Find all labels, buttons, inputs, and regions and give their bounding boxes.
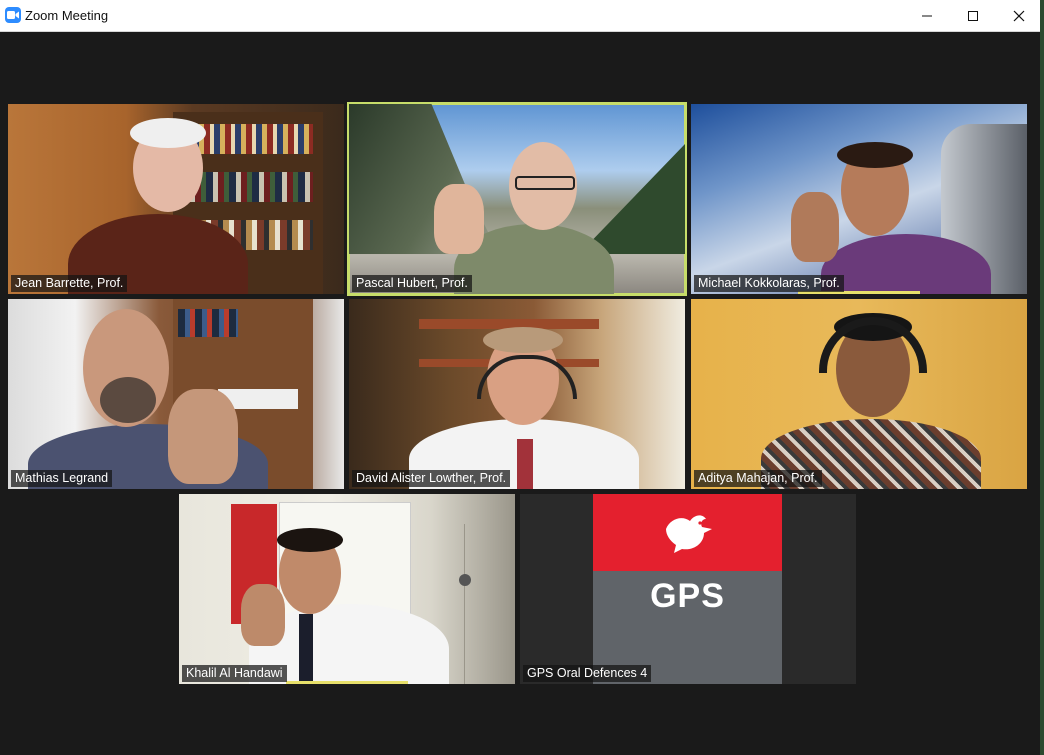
minimize-icon	[922, 15, 932, 16]
minimize-button[interactable]	[904, 0, 950, 31]
close-icon	[1013, 10, 1025, 21]
thumbs-up-hand	[241, 584, 285, 646]
window-edge	[1040, 0, 1044, 755]
maximize-button[interactable]	[950, 0, 996, 31]
participant-name: Michael Kokkolaras, Prof.	[694, 275, 844, 292]
necktie	[517, 439, 533, 489]
participant-name: Khalil Al Handawi	[182, 665, 287, 682]
speaking-indicator	[286, 681, 408, 684]
video-tile[interactable]: Michael Kokkolaras, Prof.	[691, 104, 1027, 294]
maximize-icon	[968, 10, 978, 21]
video-tile[interactable]: David Alister Lowther, Prof.	[349, 299, 685, 489]
video-tile[interactable]: Khalil Al Handawi	[179, 494, 515, 684]
video-tile[interactable]: Jean Barrette, Prof.	[8, 104, 344, 294]
participant-name: GPS Oral Defences 4	[523, 665, 652, 682]
necktie	[299, 614, 313, 684]
video-tile[interactable]: Mathias Legrand	[8, 299, 344, 489]
video-tile[interactable]: GPS GPS Oral Defences 4	[520, 494, 856, 684]
video-tile[interactable]: Aditya Mahajan, Prof.	[691, 299, 1027, 489]
gps-logo-text: GPS	[650, 577, 725, 615]
participant-name: Aditya Mahajan, Prof.	[694, 470, 822, 487]
close-button[interactable]	[996, 0, 1042, 31]
thumbs-up-hand	[791, 192, 839, 262]
gps-logo-banner	[593, 494, 782, 571]
video-gallery: Jean Barrette, Prof. Pascal Hubert, Prof…	[0, 32, 1044, 755]
thumbs-up-hand	[168, 389, 238, 484]
participant-name: Jean Barrette, Prof.	[11, 275, 128, 292]
video-tile-active-speaker[interactable]: Pascal Hubert, Prof.	[347, 102, 687, 296]
thumbs-up-hand	[434, 184, 484, 254]
bird-icon	[665, 514, 712, 553]
window-title: Zoom Meeting	[25, 8, 109, 23]
participant-name: Pascal Hubert, Prof.	[352, 275, 472, 292]
participant-name: Mathias Legrand	[11, 470, 113, 487]
participant-name: David Alister Lowther, Prof.	[352, 470, 511, 487]
door-knob	[459, 574, 471, 586]
zoom-video-icon	[5, 7, 21, 23]
title-bar: Zoom Meeting	[0, 0, 1044, 32]
gps-logo-card: GPS	[593, 494, 782, 684]
